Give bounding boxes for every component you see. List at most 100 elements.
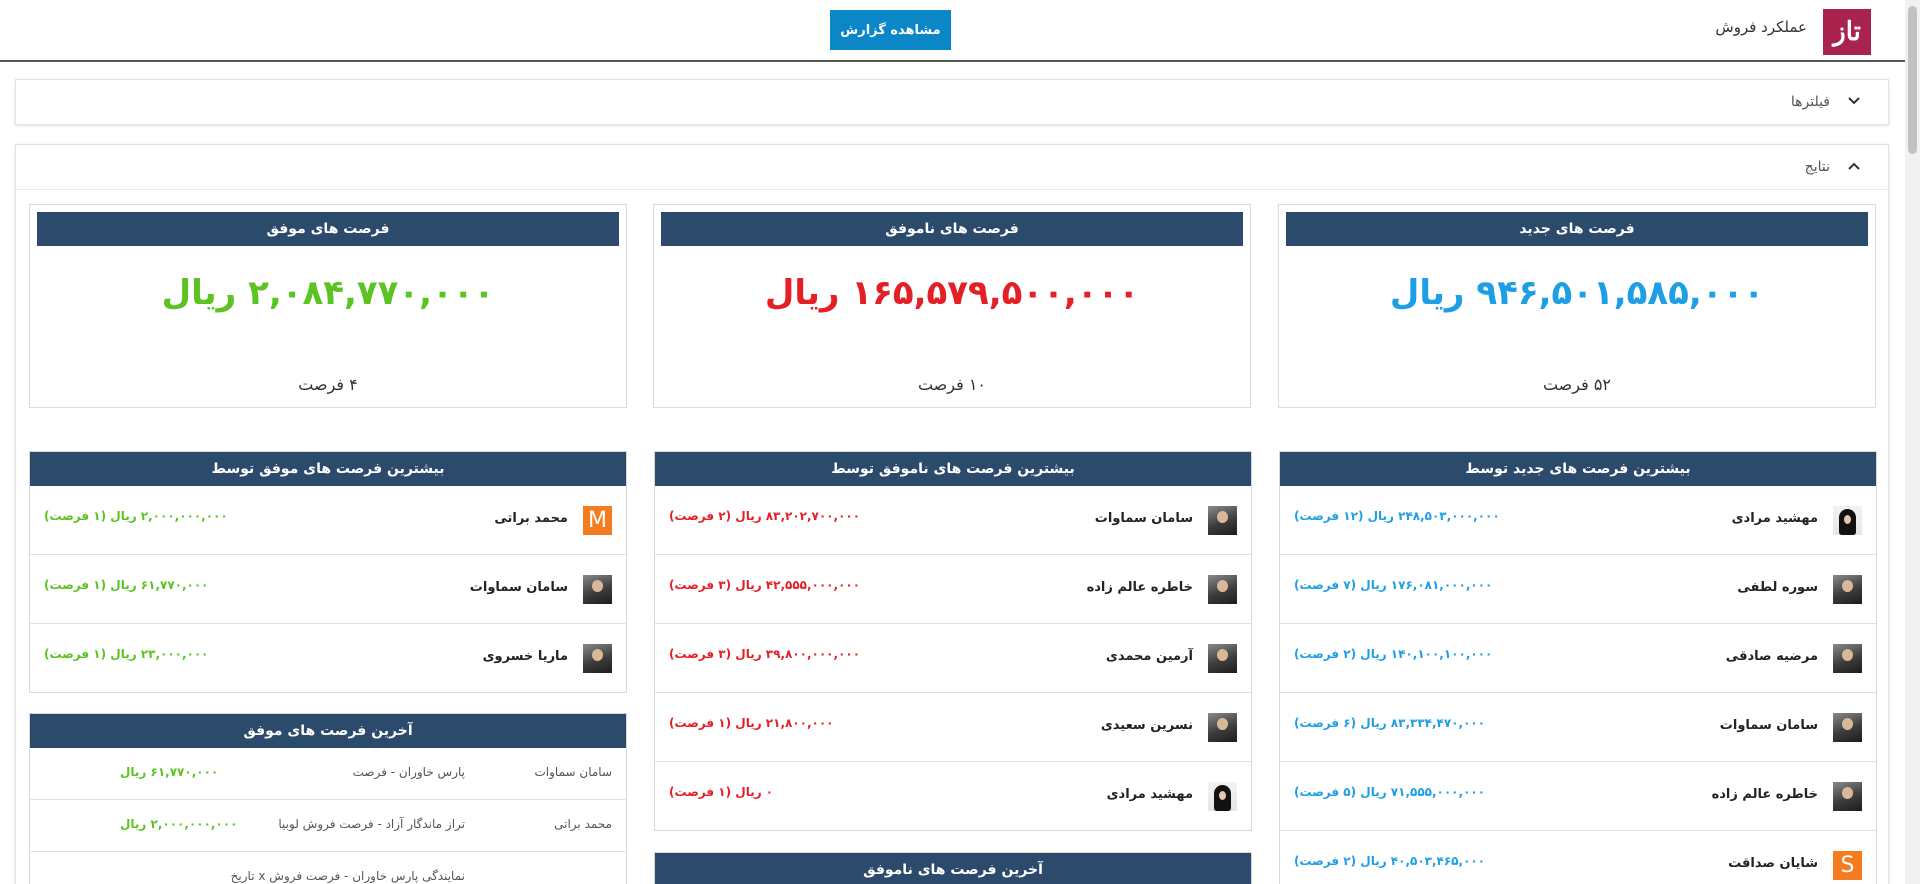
top-won-panel: بیشترین فرصت های موفق توسط M محمد براتی … bbox=[29, 451, 627, 693]
person-name: محمد براتی bbox=[494, 511, 568, 526]
panel-title: بیشترین فرصت های موفق توسط bbox=[30, 452, 626, 486]
panel-title: آخرین فرصت های موفق bbox=[30, 714, 626, 748]
filters-panel[interactable]: فیلترها bbox=[15, 79, 1889, 125]
amount-value: ۴۲,۵۵۵,۰۰۰,۰۰۰ ریال (۳ فرصت) bbox=[669, 578, 861, 592]
owner-name: سامان سماوات bbox=[534, 765, 613, 779]
list-item[interactable]: سامان سماوات ۶۱,۷۷۰,۰۰۰ ریال (۱ فرصت) bbox=[30, 555, 626, 624]
avatar bbox=[1833, 713, 1862, 742]
kpi-card-failed: فرصت های ناموفق ۱۶۵,۵۷۹,۵۰۰,۰۰۰ ریال ۱۰ … bbox=[653, 204, 1251, 408]
list-item[interactable]: سوره لطفی ۱۷۶,۰۸۱,۰۰۰,۰۰۰ ریال (۷ فرصت) bbox=[1280, 555, 1876, 624]
amount-value: ۰ ریال (۱ فرصت) bbox=[669, 785, 774, 799]
results-header[interactable]: نتایج bbox=[16, 145, 1888, 190]
avatar bbox=[1833, 782, 1862, 811]
list-item[interactable]: مهشید مرادی ۲۴۸,۵۰۳,۰۰۰,۰۰۰ ریال (۱۲ فرص… bbox=[1280, 486, 1876, 555]
person-name: مهشید مرادی bbox=[1106, 787, 1193, 802]
recent-won-panel: آخرین فرصت های موفق سامان سماوات پارس خا… bbox=[29, 713, 627, 884]
results-label[interactable]: نتایج bbox=[1805, 159, 1830, 175]
person-name: سامان سماوات bbox=[1094, 511, 1193, 526]
kpi-count: ۱۰ فرصت bbox=[917, 375, 987, 394]
app-header: ﺗﺎﺯ عملکرد فروش مشاهده گزارش bbox=[0, 0, 1905, 62]
company-logo[interactable]: ﺗﺎﺯ bbox=[1823, 9, 1871, 55]
person-name: خاطره عالم زاده bbox=[1711, 787, 1818, 802]
avatar bbox=[1833, 506, 1862, 535]
amount-value: ۴۰,۵۰۳,۴۶۵,۰۰۰ ریال (۲ فرصت) bbox=[1294, 854, 1486, 868]
chevron-down-icon[interactable] bbox=[1847, 93, 1861, 112]
avatar bbox=[583, 575, 612, 604]
amount-value: ۶۱,۷۷۰,۰۰۰ ریال (۱ فرصت) bbox=[44, 578, 209, 592]
person-name: مهشید مرادی bbox=[1731, 511, 1818, 526]
amount-value: ۶۱,۷۷۰,۰۰۰ ریال bbox=[120, 765, 219, 779]
opportunity-link[interactable]: نمایندگی پارس خاوران - فرصت فروش x تاریخ bbox=[231, 869, 465, 883]
avatar bbox=[1208, 713, 1237, 742]
person-name: سوره لطفی bbox=[1737, 580, 1818, 595]
kpi-card-new: فرصت های جدید ۹۴۶,۵۰۱,۵۸۵,۰۰۰ ریال ۵۲ فر… bbox=[1278, 204, 1876, 408]
avatar bbox=[1833, 644, 1862, 673]
amount-value: ۸۳,۳۳۴,۴۷۰,۰۰۰ ریال (۶ فرصت) bbox=[1294, 716, 1486, 730]
avatar bbox=[1208, 506, 1237, 535]
avatar: M bbox=[583, 506, 612, 535]
person-name: نسرین سعیدی bbox=[1100, 718, 1193, 733]
filters-label[interactable]: فیلترها bbox=[1791, 94, 1830, 110]
scroll-thumb[interactable] bbox=[1908, 6, 1917, 154]
kpi-title: فرصت های موفق bbox=[37, 212, 619, 246]
owner-name: محمد براتی bbox=[554, 817, 612, 831]
amount-value: ۱۴۰,۱۰۰,۱۰۰,۰۰۰ ریال (۲ فرصت) bbox=[1294, 647, 1493, 661]
person-name: آرمین محمدی bbox=[1105, 649, 1193, 664]
person-name: سامان سماوات bbox=[1719, 718, 1818, 733]
avatar: S bbox=[1833, 851, 1862, 880]
avatar bbox=[1208, 644, 1237, 673]
person-name: مرضیه صادقی bbox=[1725, 649, 1818, 664]
amount-value: ۳۹,۸۰۰,۰۰۰,۰۰۰ ریال (۳ فرصت) bbox=[669, 647, 861, 661]
top-new-panel: بیشترین فرصت های جدید توسط مهشید مرادی ۲… bbox=[1279, 451, 1877, 884]
amount-value: ۲,۰۰۰,۰۰۰,۰۰۰ ریال (۱ فرصت) bbox=[44, 509, 228, 523]
person-name: سامان سماوات bbox=[469, 580, 568, 595]
chevron-up-icon[interactable] bbox=[1847, 158, 1861, 177]
kpi-count: ۵۲ فرصت bbox=[1542, 375, 1612, 394]
kpi-value: ۱۶۵,۵۷۹,۵۰۰,۰۰۰ ریال bbox=[764, 273, 1140, 313]
list-item[interactable]: M محمد براتی ۲,۰۰۰,۰۰۰,۰۰۰ ریال (۱ فرصت) bbox=[30, 486, 626, 555]
amount-value: ۲۳,۰۰۰,۰۰۰ ریال (۱ فرصت) bbox=[44, 647, 209, 661]
person-name: شایان صداقت bbox=[1728, 856, 1818, 871]
top-failed-panel: بیشترین فرصت های ناموفق توسط سامان سماوا… bbox=[654, 451, 1252, 831]
kpi-card-won: فرصت های موفق ۲,۰۸۴,۷۷۰,۰۰۰ ریال ۴ فرصت bbox=[29, 204, 627, 408]
panel-title: آخرین فرصت های ناموفق bbox=[655, 853, 1251, 884]
opportunity-link[interactable]: پارس خاوران - فرصت bbox=[353, 765, 465, 779]
list-item[interactable]: S شایان صداقت ۴۰,۵۰۳,۴۶۵,۰۰۰ ریال (۲ فرص… bbox=[1280, 831, 1876, 884]
page-scrollbar[interactable] bbox=[1905, 0, 1920, 884]
panel-title: بیشترین فرصت های جدید توسط bbox=[1280, 452, 1876, 486]
amount-value: ۲,۰۰۰,۰۰۰,۰۰۰ ریال bbox=[120, 817, 238, 831]
avatar bbox=[1208, 575, 1237, 604]
amount-value: ۲۱,۸۰۰,۰۰۰ ریال (۱ فرصت) bbox=[669, 716, 834, 730]
kpi-value: ۲,۰۸۴,۷۷۰,۰۰۰ ریال bbox=[161, 273, 495, 313]
amount-value: ۲۴۸,۵۰۳,۰۰۰,۰۰۰ ریال (۱۲ فرصت) bbox=[1294, 509, 1500, 523]
kpi-value: ۹۴۶,۵۰۱,۵۸۵,۰۰۰ ریال bbox=[1389, 273, 1765, 313]
person-name: ماریا خسروی bbox=[482, 649, 568, 664]
amount-value: ۱۷۶,۰۸۱,۰۰۰,۰۰۰ ریال (۷ فرصت) bbox=[1294, 578, 1493, 592]
list-item[interactable]: مرضیه صادقی ۱۴۰,۱۰۰,۱۰۰,۰۰۰ ریال (۲ فرصت… bbox=[1280, 624, 1876, 693]
amount-value: ۷۱,۵۵۵,۰۰۰,۰۰۰ ریال (۵ فرصت) bbox=[1294, 785, 1486, 799]
avatar bbox=[1208, 782, 1237, 811]
avatar bbox=[583, 644, 612, 673]
panel-title: بیشترین فرصت های ناموفق توسط bbox=[655, 452, 1251, 486]
kpi-title: فرصت های جدید bbox=[1286, 212, 1868, 246]
view-report-button[interactable]: مشاهده گزارش bbox=[830, 10, 951, 50]
list-item[interactable]: ماریا خسروی ۲۳,۰۰۰,۰۰۰ ریال (۱ فرصت) bbox=[30, 624, 626, 692]
list-item[interactable]: سامان سماوات ۸۳,۲۰۲,۷۰۰,۰۰۰ ریال (۲ فرصت… bbox=[655, 486, 1251, 555]
kpi-count: ۴ فرصت bbox=[298, 375, 358, 394]
amount-value: ۸۳,۲۰۲,۷۰۰,۰۰۰ ریال (۲ فرصت) bbox=[669, 509, 861, 523]
list-item[interactable]: خاطره عالم زاده ۴۲,۵۵۵,۰۰۰,۰۰۰ ریال (۳ ف… bbox=[655, 555, 1251, 624]
person-name: خاطره عالم زاده bbox=[1086, 580, 1193, 595]
list-item[interactable]: سامان سماوات ۸۳,۳۳۴,۴۷۰,۰۰۰ ریال (۶ فرصت… bbox=[1280, 693, 1876, 762]
list-item[interactable]: آرمین محمدی ۳۹,۸۰۰,۰۰۰,۰۰۰ ریال (۳ فرصت) bbox=[655, 624, 1251, 693]
page-title: عملکرد فروش bbox=[1715, 18, 1807, 36]
table-row[interactable]: نمایندگی پارس خاوران - فرصت فروش x تاریخ bbox=[30, 852, 626, 884]
recent-failed-panel: آخرین فرصت های ناموفق bbox=[654, 852, 1252, 884]
list-item[interactable]: خاطره عالم زاده ۷۱,۵۵۵,۰۰۰,۰۰۰ ریال (۵ ف… bbox=[1280, 762, 1876, 831]
list-item[interactable]: نسرین سعیدی ۲۱,۸۰۰,۰۰۰ ریال (۱ فرصت) bbox=[655, 693, 1251, 762]
avatar bbox=[1833, 575, 1862, 604]
opportunity-link[interactable]: تراز ماندگار آزاد - فرصت فروش لوبیا bbox=[278, 817, 465, 831]
table-row[interactable]: محمد براتی تراز ماندگار آزاد - فرصت فروش… bbox=[30, 800, 626, 852]
kpi-title: فرصت های ناموفق bbox=[661, 212, 1243, 246]
table-row[interactable]: سامان سماوات پارس خاوران - فرصت ۶۱,۷۷۰,۰… bbox=[30, 748, 626, 800]
list-item[interactable]: مهشید مرادی ۰ ریال (۱ فرصت) bbox=[655, 762, 1251, 830]
